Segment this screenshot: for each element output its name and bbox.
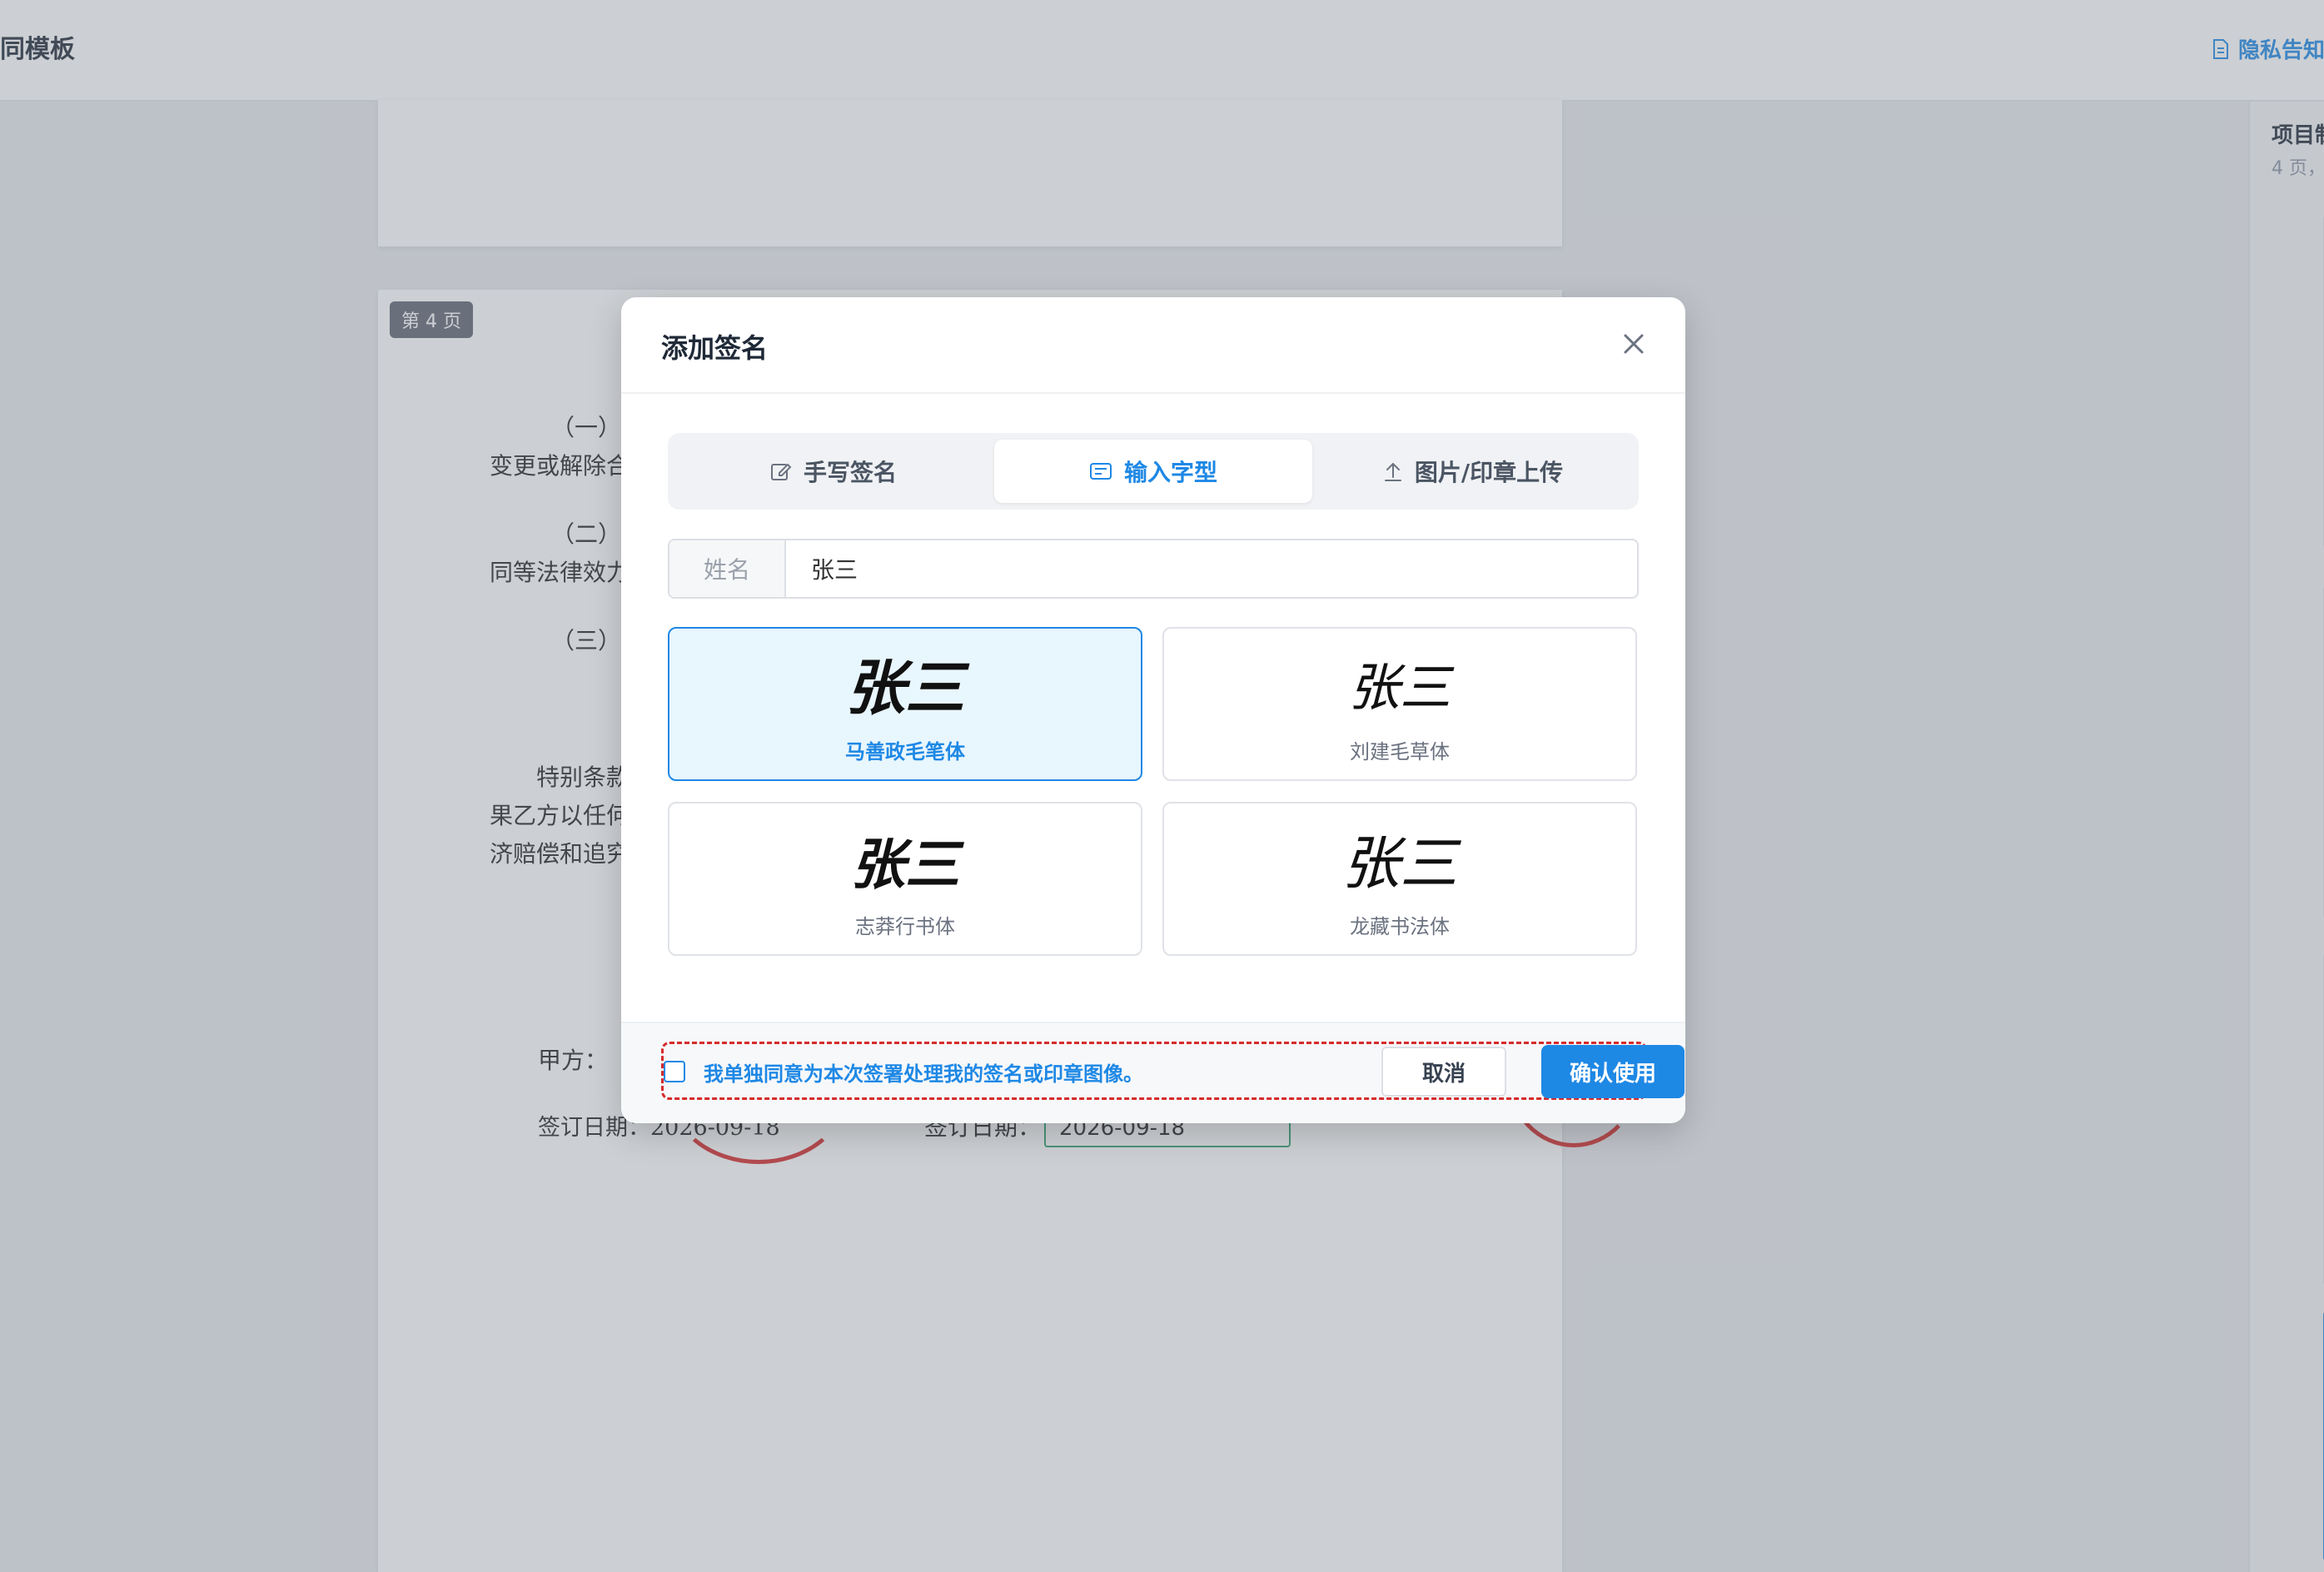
name-input[interactable] [786, 540, 1637, 597]
consent-text[interactable]: 我单独同意为本次签署处理我的签名或印章图像。 [704, 1057, 1143, 1087]
signature-preview: 张三 [846, 653, 970, 723]
name-field: 姓名 [668, 539, 1639, 599]
confirm-button[interactable]: 确认使用 [1541, 1045, 1685, 1098]
consent-checkbox[interactable] [664, 1061, 685, 1082]
signature-preview: 张三 [1348, 658, 1455, 718]
tab-label: 图片/印章上传 [1414, 459, 1564, 486]
font-option-zhimang[interactable]: 张三 志莽行书体 [668, 802, 1142, 956]
tab-label: 输入字型 [1123, 459, 1217, 486]
signature-preview: 张三 [1342, 830, 1463, 898]
dialog-title: 添加签名 [661, 332, 769, 364]
font-name: 志莽行书体 [855, 915, 955, 938]
consent-row: 我单独同意为本次签署处理我的签名或印章图像。 取消 确认使用 [661, 1042, 1685, 1100]
edit-icon [770, 463, 792, 480]
signature-mode-tabs: 手写签名 输入字型 图片/印章上传 [668, 433, 1639, 510]
font-option-mashanzheng[interactable]: 张三 马善政毛笔体 [668, 627, 1142, 781]
font-name: 龙藏书法体 [1350, 915, 1450, 938]
font-name: 刘建毛草体 [1350, 740, 1450, 764]
font-option-longcang[interactable]: 张三 龙藏书法体 [1162, 802, 1637, 956]
font-name: 马善政毛笔体 [845, 740, 965, 764]
close-icon[interactable] [1617, 327, 1650, 361]
font-option-liujian[interactable]: 张三 刘建毛草体 [1162, 627, 1637, 781]
signature-preview: 张三 [850, 833, 965, 897]
upload-icon [1384, 462, 1401, 481]
svg-text:张三: 张三 [850, 833, 965, 897]
add-signature-dialog: 添加签名 手写签名 输入字型 图片/印章上传 姓名 张三 张三 马善政毛笔体 张… [621, 297, 1685, 1123]
keyboard-icon [1089, 463, 1112, 480]
svg-text:张三: 张三 [1348, 658, 1455, 718]
tab-typed-font[interactable]: 输入字型 [994, 440, 1312, 503]
dialog-footer: 我单独同意为本次签署处理我的签名或印章图像。 取消 确认使用 [621, 1022, 1685, 1123]
svg-text:张三: 张三 [846, 653, 970, 723]
tab-label: 手写签名 [803, 459, 897, 486]
dialog-header: 添加签名 [621, 297, 1685, 394]
tab-image-upload[interactable]: 图片/印章上传 [1314, 440, 1632, 503]
cancel-button[interactable]: 取消 [1381, 1047, 1506, 1097]
svg-text:张三: 张三 [1342, 830, 1463, 898]
tab-handwritten[interactable]: 手写签名 [674, 440, 993, 503]
name-label: 姓名 [669, 540, 786, 597]
